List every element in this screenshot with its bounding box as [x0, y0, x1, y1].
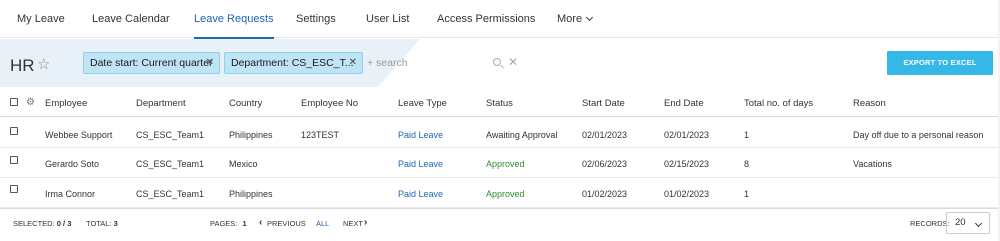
cell-reason: Day off due to a personal reason: [853, 130, 984, 140]
cell-status: Awaiting Approval: [486, 130, 558, 140]
cell-leave-type-link[interactable]: Paid Leave: [398, 159, 443, 169]
cell-leave-type-link[interactable]: Paid Leave: [398, 130, 443, 140]
cell-employee: Irma Connor: [45, 189, 96, 199]
cell-total-days: 8: [744, 159, 750, 169]
star-icon[interactable]: ☆: [37, 56, 50, 73]
total-count: TOTAL: 3: [86, 219, 118, 228]
table-footer: [0, 208, 1000, 241]
nav-access-permissions[interactable]: Access Permissions: [437, 0, 535, 38]
cell-country: Philippines: [229, 130, 273, 140]
column-total-days[interactable]: Total no. of days: [744, 98, 813, 109]
filter-chip-department-label: Department: CS_ESC_T...: [231, 57, 354, 69]
row-checkbox[interactable]: [10, 156, 18, 164]
cell-leave-type-link[interactable]: Paid Leave: [398, 189, 443, 199]
nav-leave-calendar[interactable]: Leave Calendar: [92, 0, 170, 38]
page-title: HR: [10, 56, 35, 75]
close-icon[interactable]: ✕: [349, 53, 357, 73]
nav-my-leave[interactable]: My Leave: [17, 0, 65, 38]
filter-chip-department[interactable]: Department: CS_ESC_T... ✕: [224, 52, 363, 74]
gear-icon[interactable]: ⚙: [26, 98, 35, 108]
total-value: 3: [113, 219, 118, 228]
chevron-left-icon[interactable]: ‹: [259, 217, 262, 228]
cell-end-date: 02/15/2023: [664, 159, 710, 169]
selected-count: SELECTED: 0 / 3: [13, 219, 71, 228]
chevron-down-icon: [974, 219, 983, 228]
selected-value: 0 / 3: [56, 219, 72, 228]
search-input[interactable]: [367, 53, 487, 73]
cell-start-date: 02/06/2023: [582, 159, 628, 169]
top-navigation: My Leave Leave Calendar Leave Requests S…: [0, 0, 1000, 39]
row-checkbox[interactable]: [10, 185, 18, 193]
cell-country: Mexico: [229, 159, 258, 169]
cell-start-date: 01/02/2023: [582, 189, 628, 199]
pages-label: PAGES:: [210, 219, 238, 228]
total-label: TOTAL:: [86, 219, 112, 228]
close-icon[interactable]: ✕: [206, 53, 214, 73]
cell-total-days: 1: [744, 130, 750, 140]
cell-total-days: 1: [744, 189, 750, 199]
column-country[interactable]: Country: [229, 98, 262, 109]
cell-reason: Vacations: [853, 159, 892, 169]
column-status[interactable]: Status: [486, 98, 513, 109]
pages-value: 1: [242, 219, 247, 228]
cell-end-date: 01/02/2023: [664, 189, 710, 199]
cell-department: CS_ESC_Team1: [136, 189, 205, 199]
records-per-page-select[interactable]: 20: [946, 212, 990, 234]
search-icon[interactable]: [493, 58, 501, 66]
filter-chip-date[interactable]: Date start: Current quarter ✕: [83, 52, 220, 74]
nav-more-label: More: [557, 13, 583, 25]
next-page-button[interactable]: NEXT: [343, 219, 363, 228]
column-end-date[interactable]: End Date: [664, 98, 704, 109]
records-value: 20: [955, 217, 966, 228]
cell-employee-no: 123TEST: [301, 130, 340, 140]
chevron-down-icon: [586, 13, 594, 22]
all-pages-button[interactable]: ALL: [316, 219, 329, 228]
previous-page-button[interactable]: PREVIOUS: [267, 219, 306, 228]
cell-status: Approved: [486, 189, 525, 199]
filter-chip-date-label: Date start: Current quarter: [90, 57, 213, 69]
selected-label: SELECTED:: [13, 219, 55, 228]
pages-count: PAGES: 1: [210, 219, 247, 228]
cell-start-date: 02/01/2023: [582, 130, 628, 140]
chevron-right-icon[interactable]: ›: [364, 217, 367, 228]
column-leave-type[interactable]: Leave Type: [398, 98, 447, 109]
cell-employee: Webbee Support: [45, 130, 113, 140]
cell-status: Approved: [486, 159, 525, 169]
column-start-date[interactable]: Start Date: [582, 98, 625, 109]
select-all-checkbox[interactable]: [10, 98, 18, 106]
cell-department: CS_ESC_Team1: [136, 130, 205, 140]
records-label: RECORDS:: [910, 219, 950, 228]
nav-leave-requests[interactable]: Leave Requests: [194, 0, 274, 39]
cell-end-date: 02/01/2023: [664, 130, 710, 140]
row-checkbox[interactable]: [10, 127, 18, 135]
cell-employee: Gerardo Soto: [45, 159, 100, 169]
column-department[interactable]: Department: [136, 98, 186, 109]
cell-department: CS_ESC_Team1: [136, 159, 205, 169]
clear-search-icon[interactable]: ✕: [508, 55, 518, 69]
column-reason[interactable]: Reason: [853, 98, 886, 109]
column-employee-no[interactable]: Employee No: [301, 98, 358, 109]
nav-user-list[interactable]: User List: [366, 0, 409, 38]
cell-country: Philippines: [229, 189, 273, 199]
nav-more[interactable]: More: [557, 0, 594, 38]
export-to-excel-button[interactable]: EXPORT TO EXCEL: [887, 51, 993, 75]
column-employee[interactable]: Employee: [45, 98, 87, 109]
nav-settings[interactable]: Settings: [296, 0, 336, 38]
